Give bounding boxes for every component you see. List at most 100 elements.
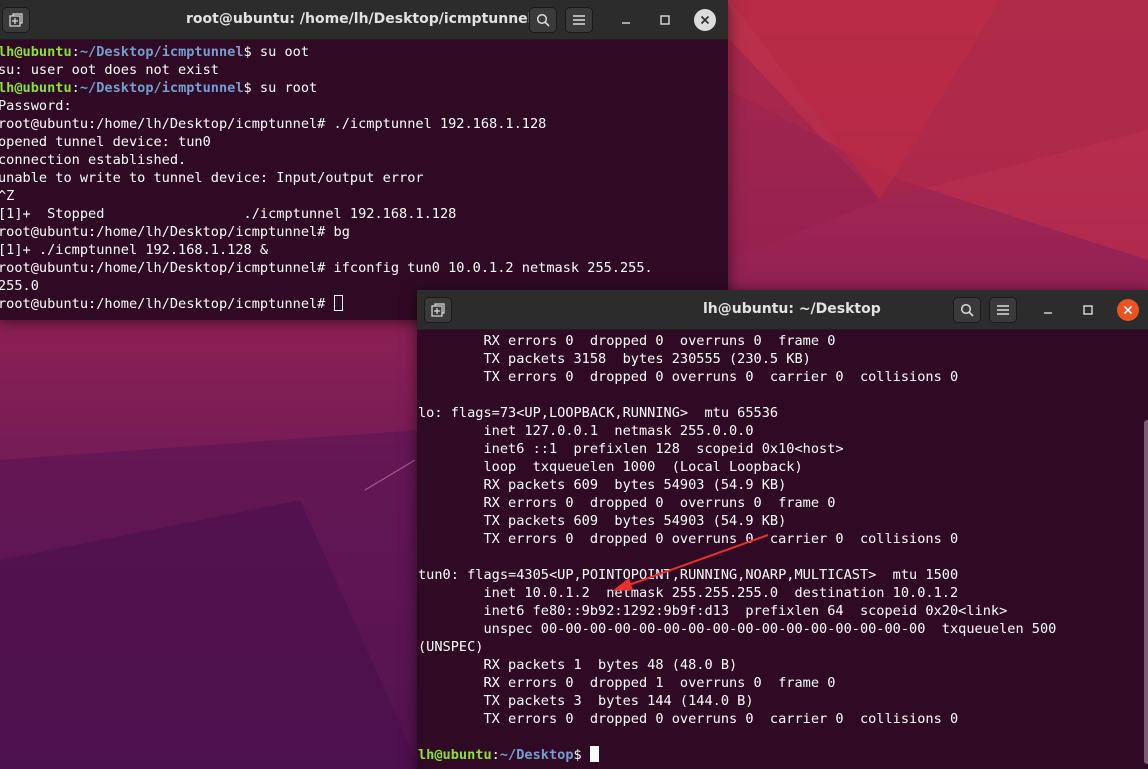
scrollbar-thumb[interactable] [1144, 420, 1148, 764]
terminal-line: (UNSPEC) [418, 638, 1148, 656]
terminal-window-desktop[interactable]: lh@ubuntu: ~/Desktop RX errors 0 dropped… [417, 290, 1148, 769]
output-text: RX packets 609 bytes 54903 (54.9 KB) [418, 477, 787, 493]
prompt-separator: : [71, 44, 80, 60]
close-button[interactable] [694, 9, 716, 31]
terminal-output[interactable]: lh@ubuntu:~/Desktop/icmptunnel$ su oot su… [0, 43, 728, 320]
new-tab-button[interactable] [424, 297, 452, 323]
minimize-button[interactable] [615, 9, 637, 31]
output-text: su: user oot does not exist [0, 62, 219, 78]
menu-button[interactable] [565, 7, 593, 33]
prompt-symbol: $ [243, 80, 260, 96]
output-text: TX errors 0 dropped 0 overruns 0 carrier… [418, 531, 959, 547]
terminal-line: ^Z [0, 187, 728, 205]
output-text: unable to write to tunnel device: Input/… [0, 170, 424, 186]
prompt-separator: : [491, 747, 500, 763]
terminal-line: TX packets 609 bytes 54903 (54.9 KB) [418, 512, 1148, 530]
prompt-path: ~/Desktop [499, 747, 574, 763]
terminal-line: loop txqueuelen 1000 (Local Loopback) [418, 458, 1148, 476]
terminal-line: TX errors 0 dropped 0 overruns 0 carrier… [418, 368, 1148, 386]
output-text: inet 127.0.0.1 netmask 255.0.0.0 [418, 423, 754, 439]
output-text: loop txqueuelen 1000 (Local Loopback) [418, 459, 803, 475]
output-text: root@ubuntu:/home/lh/Desktop/icmptunnel#… [0, 116, 547, 132]
menu-button[interactable] [989, 297, 1017, 323]
window-title: root@ubuntu: /home/lh/Desktop/icmptunnel [186, 11, 533, 27]
output-text: connection established. [0, 152, 187, 168]
new-tab-icon [9, 13, 23, 27]
command-text: su root [259, 80, 318, 96]
output-text: root@ubuntu:/home/lh/Desktop/icmptunnel#… [0, 260, 653, 276]
search-button[interactable] [529, 7, 557, 33]
prompt-separator: : [71, 80, 80, 96]
terminal-line: TX errors 0 dropped 0 overruns 0 carrier… [418, 710, 1148, 728]
terminal-line: inet 127.0.0.1 netmask 255.0.0.0 [418, 422, 1148, 440]
minimize-icon [1044, 312, 1052, 314]
terminal-line: lo: flags=73<UP,LOOPBACK,RUNNING> mtu 65… [418, 404, 1148, 422]
output-text: root@ubuntu:/home/lh/Desktop/icmptunnel# [0, 296, 334, 312]
output-text: [1]+ ./icmptunnel 192.168.1.128 & [0, 242, 269, 258]
output-text: ^Z [0, 188, 15, 204]
terminal-line: root@ubuntu:/home/lh/Desktop/icmptunnel#… [0, 115, 728, 133]
terminal-line: lh@ubuntu:~/Desktop/icmptunnel$ su root [0, 79, 728, 97]
close-button[interactable] [1117, 299, 1139, 321]
terminal-line: root@ubuntu:/home/lh/Desktop/icmptunnel#… [0, 259, 728, 277]
output-text: lo: flags=73<UP,LOOPBACK,RUNNING> mtu 65… [418, 405, 779, 421]
command-text: su oot [259, 44, 310, 60]
maximize-button[interactable] [654, 9, 676, 31]
output-text: inet6 ::1 prefixlen 128 scopeid 0x10<hos… [418, 441, 844, 457]
terminal-line: RX errors 0 dropped 1 overruns 0 frame 0 [418, 674, 1148, 692]
terminal-line: connection established. [0, 151, 728, 169]
terminal-output[interactable]: RX errors 0 dropped 0 overruns 0 frame 0… [418, 332, 1148, 769]
terminal-line: tun0: flags=4305<UP,POINTOPOINT,RUNNING,… [418, 566, 1148, 584]
output-text: root@ubuntu:/home/lh/Desktop/icmptunnel#… [0, 224, 350, 240]
maximize-button[interactable] [1077, 299, 1099, 321]
terminal-line: inet6 ::1 prefixlen 128 scopeid 0x10<hos… [418, 440, 1148, 458]
terminal-window-root[interactable]: root@ubuntu: /home/lh/Desktop/icmptunnel… [0, 0, 728, 320]
terminal-line: RX packets 1 bytes 48 (48.0 B) [418, 656, 1148, 674]
terminal-line: root@ubuntu:/home/lh/Desktop/icmptunnel#… [0, 223, 728, 241]
terminal-line: su: user oot does not exist [0, 61, 728, 79]
terminal-line: unspec 00-00-00-00-00-00-00-00-00-00-00-… [418, 620, 1148, 638]
prompt-symbol: $ [243, 44, 260, 60]
output-text: tun0: flags=4305<UP,POINTOPOINT,RUNNING,… [418, 567, 959, 583]
search-icon [536, 13, 550, 27]
terminal-line: lh@ubuntu:~/Desktop$ [418, 746, 1148, 764]
prompt-user: lh@ubuntu [0, 80, 72, 96]
window-titlebar[interactable]: root@ubuntu: /home/lh/Desktop/icmptunnel [0, 0, 728, 40]
output-text: (UNSPEC) [418, 639, 484, 655]
prompt-symbol: $ [573, 747, 590, 763]
terminal-line: [1]+ ./icmptunnel 192.168.1.128 & [0, 241, 728, 259]
hamburger-menu-icon [573, 15, 585, 25]
terminal-line: TX packets 3158 bytes 230555 (230.5 KB) [418, 350, 1148, 368]
search-button[interactable] [953, 297, 981, 323]
output-text: TX packets 3158 bytes 230555 (230.5 KB) [418, 351, 811, 367]
terminal-line: Password: [0, 97, 728, 115]
prompt-path: ~/Desktop/icmptunnel [79, 80, 244, 96]
output-text: inet6 fe80::9b92:1292:9b9f:d13 prefixlen… [418, 603, 1008, 619]
text-cursor [589, 746, 599, 762]
output-text: RX errors 0 dropped 1 overruns 0 frame 0 [418, 675, 836, 691]
output-text: TX packets 609 bytes 54903 (54.9 KB) [418, 513, 787, 529]
terminal-line: RX errors 0 dropped 0 overruns 0 frame 0 [418, 332, 1148, 350]
terminal-line: unable to write to tunnel device: Input/… [0, 169, 728, 187]
terminal-line: RX packets 609 bytes 54903 (54.9 KB) [418, 476, 1148, 494]
new-tab-button[interactable] [2, 7, 30, 33]
output-text: opened tunnel device: tun0 [0, 134, 211, 150]
close-icon [700, 15, 710, 25]
prompt-user: lh@ubuntu [0, 44, 72, 60]
terminal-line: inet6 fe80::9b92:1292:9b9f:d13 prefixlen… [418, 602, 1148, 620]
window-titlebar[interactable]: lh@ubuntu: ~/Desktop [417, 290, 1148, 330]
output-text: RX packets 1 bytes 48 (48.0 B) [418, 657, 738, 673]
text-cursor [333, 295, 343, 311]
close-icon [1123, 305, 1133, 315]
prompt-path: ~/Desktop/icmptunnel [79, 44, 244, 60]
output-text: TX packets 3 bytes 144 (144.0 B) [418, 693, 754, 709]
terminal-line: RX errors 0 dropped 0 overruns 0 frame 0 [418, 494, 1148, 512]
output-text: 255.0 [0, 278, 39, 294]
minimize-button[interactable] [1037, 299, 1059, 321]
hamburger-menu-icon [997, 305, 1009, 315]
output-text: inet 10.0.1.2 netmask 255.255.255.0 dest… [418, 585, 959, 601]
terminal-line: [1]+ Stopped ./icmptunnel 192.168.1.128 [0, 205, 728, 223]
minimize-icon [622, 22, 630, 24]
